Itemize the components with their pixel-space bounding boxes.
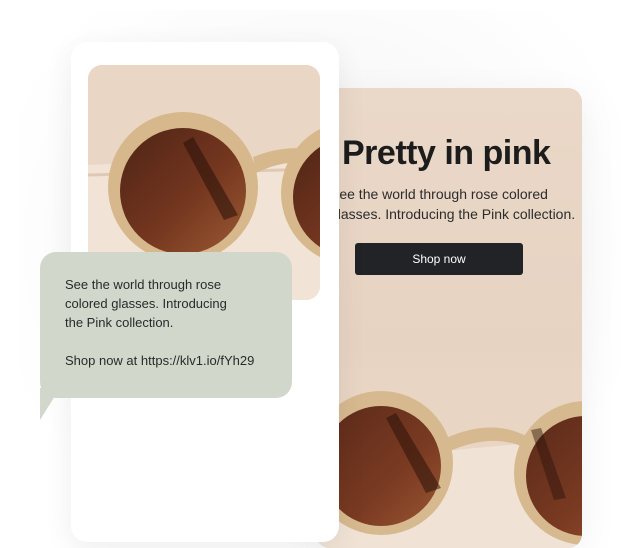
sms-line-2: colored glasses. Introducing: [65, 296, 227, 311]
sms-message-bubble: See the world through rose colored glass…: [40, 252, 292, 398]
shop-now-button[interactable]: Shop now: [355, 243, 523, 275]
sms-line-1: See the world through rose: [65, 277, 222, 292]
email-body-text: See the world through rose colored glass…: [330, 186, 576, 222]
sms-shop-link[interactable]: Shop now at https://klv1.io/fYh29: [65, 351, 285, 370]
sms-message-text: See the world through rose colored glass…: [65, 275, 285, 370]
sms-line-3: the Pink collection.: [65, 315, 174, 330]
email-preview-card: Pretty in pink See the world through ros…: [316, 88, 582, 548]
email-headline: Pretty in pink: [342, 134, 551, 172]
sms-bubble-tail: [40, 388, 60, 420]
sunglasses-product-image: [316, 368, 582, 548]
